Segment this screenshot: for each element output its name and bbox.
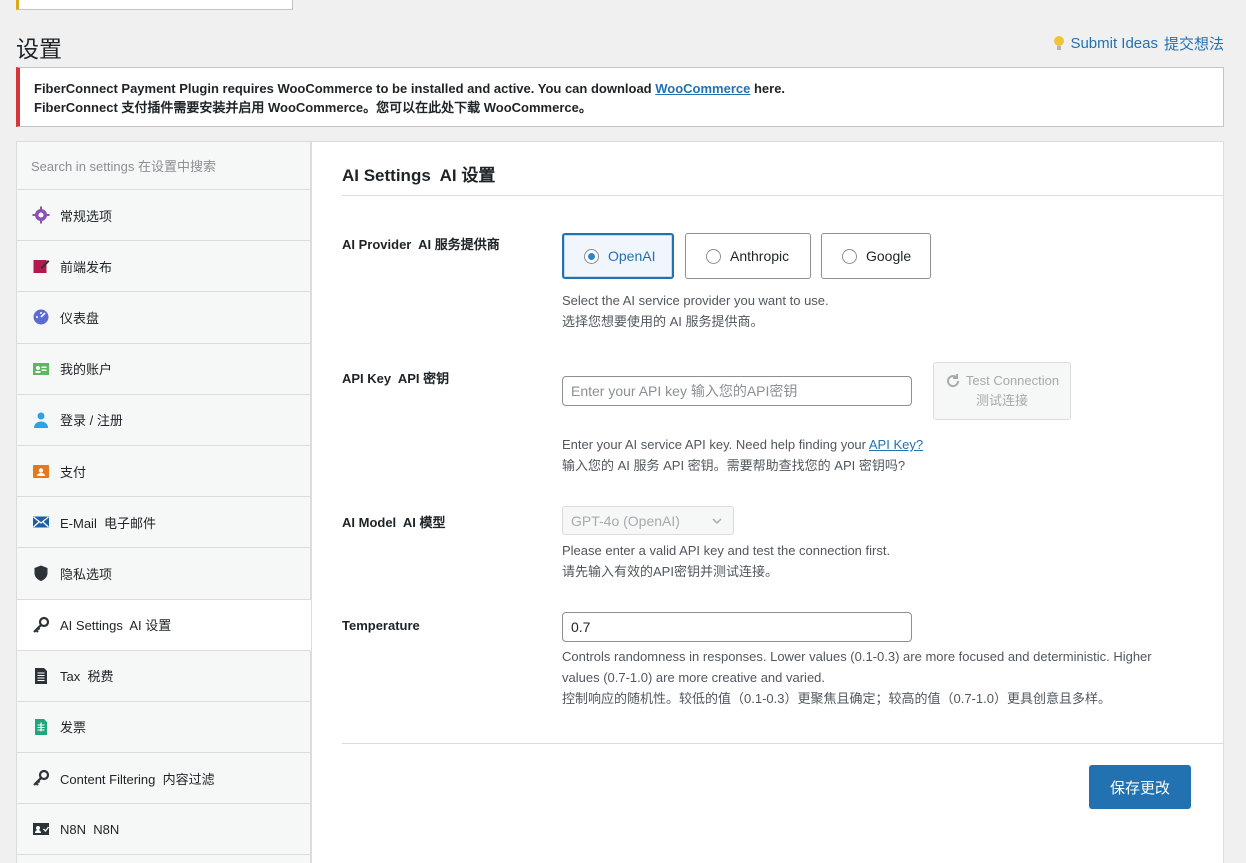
sidebar-item[interactable]: 常规选项 [17, 190, 310, 242]
divider [342, 195, 1223, 196]
submit-ideas-link[interactable]: Submit Ideas 提交想法 [1054, 33, 1224, 54]
sidebar-item[interactable]: Content Filtering 内容过滤 [17, 753, 310, 805]
lightbulb-icon [1054, 35, 1065, 52]
sidebar-item-label: 常规选项 [60, 208, 113, 224]
ai-model-description: Please enter a valid API key and test th… [562, 543, 891, 579]
temperature-label: Temperature [342, 618, 420, 633]
divider [342, 743, 1223, 744]
provider-option-anthropic[interactable]: Anthropic [685, 233, 811, 279]
sidebar-item-label: Tax 税费 [60, 669, 114, 685]
temperature-description: Controls randomness in responses. Lower … [562, 649, 1152, 706]
api-key-description: Enter your AI service API key. Need help… [562, 437, 924, 473]
test-connection-button[interactable]: Test Connection 测试连接 [933, 362, 1071, 420]
sidebar-item[interactable]: 仪表盘 [17, 292, 310, 344]
ai-provider-label: AI Provider AI 服务提供商 [342, 237, 500, 252]
key-icon [32, 769, 50, 787]
radio-checked-icon [584, 248, 599, 264]
sidebar-item[interactable]: 隐私选项 [17, 548, 310, 600]
radio-unchecked-icon [842, 248, 857, 264]
sidebar-item[interactable]: 发票 [17, 702, 310, 754]
ai-model-label: AI Model AI 模型 [342, 515, 446, 530]
temperature-input[interactable]: 0.7 [562, 612, 912, 642]
settings-nav: 常规选项前端发布仪表盘我的账户登录 / 注册 支付 E-Mail 电子邮件 隐私选项 A… [17, 190, 311, 856]
sidebar-item-label: 支付 [60, 464, 87, 480]
key-icon [32, 616, 50, 634]
sidebar-item-label: 登录 / 注册 [60, 413, 123, 429]
sidebar-item[interactable]: 支付 [17, 446, 310, 498]
email-icon [32, 513, 50, 531]
sidebar-item[interactable]: AI Settings AI 设置 [17, 599, 311, 651]
api-key-input[interactable]: Enter your API key 输入您的API密钥 [562, 376, 912, 406]
sidebar-item[interactable]: N8N N8N [17, 804, 310, 856]
section-title: AI Settings AI 设置 [342, 166, 496, 185]
sidebar-item-label: 前端发布 [60, 259, 113, 275]
document-icon [32, 667, 50, 685]
id-card-icon [32, 360, 50, 378]
gear-icon [32, 206, 50, 224]
n8n-icon [32, 820, 50, 838]
provider-option-google[interactable]: Google [821, 233, 931, 279]
sidebar-item-label: E-Mail 电子邮件 [60, 515, 157, 531]
save-changes-button[interactable]: 保存更改 [1089, 765, 1191, 809]
dashboard-icon [32, 308, 50, 326]
sidebar-item[interactable]: 前端发布 [17, 241, 310, 293]
sidebar-item[interactable]: Tax 税费 [17, 651, 310, 702]
api-key-placeholder: Enter your API key 输入您的API密钥 [571, 383, 798, 399]
api-key-help-link[interactable]: API Key? [869, 437, 923, 452]
ai-model-select[interactable]: GPT-4o (OpenAI) [562, 506, 734, 535]
sidebar-item-label: N8N N8N [60, 821, 120, 837]
refresh-icon [946, 374, 959, 388]
sidebar-item[interactable]: E-Mail 电子邮件 [17, 497, 310, 549]
main-panel: AI Settings AI 设置 AI Provider AI 服务提供商 O… [311, 141, 1224, 863]
chevron-down-icon [712, 518, 722, 525]
woocommerce-notice: FiberConnect Payment Plugin requires Woo… [16, 67, 1224, 127]
sidebar-item[interactable]: 我的账户 [17, 344, 310, 395]
notice-line-zh: FiberConnect 支付插件需要安装并启用 WooCommerce。您可以… [34, 100, 592, 115]
radio-unchecked-icon [706, 248, 721, 264]
sidebar-item-label: 我的账户 [60, 362, 113, 378]
notice-line-en: FiberConnect Payment Plugin requires Woo… [34, 81, 786, 96]
sidebar-item-label: Content Filtering 内容过滤 [60, 771, 215, 787]
submit-ideas-en: Submit Ideas [1070, 35, 1158, 52]
sidebar-item-label: 隐私选项 [60, 566, 113, 582]
settings-sidebar: Search in settings 在设置中搜索 常规选项前端发布仪表盘我的账… [16, 141, 311, 863]
edit-icon [32, 257, 50, 275]
woocommerce-link[interactable]: WooCommerce [655, 81, 750, 96]
ai-provider-description: Select the AI service provider you want … [562, 293, 829, 329]
sidebar-item-label: 发票 [60, 720, 87, 736]
invoice-icon [32, 718, 50, 736]
api-key-label: API Key API 密钥 [342, 371, 450, 386]
sidebar-item[interactable]: 登录 / 注册 [17, 395, 310, 446]
submit-ideas-zh: 提交想法 [1163, 36, 1224, 53]
shield-icon [32, 564, 50, 582]
page-title: 设置 [16, 36, 62, 62]
top-strip [16, 0, 293, 10]
sidebar-item-label: 仪表盘 [60, 310, 100, 326]
user-icon [32, 411, 50, 429]
provider-option-openai[interactable]: OpenAI [562, 233, 674, 279]
settings-search-input[interactable]: Search in settings 在设置中搜索 [17, 142, 310, 190]
sidebar-item-label: AI Settings AI 设置 [60, 618, 172, 634]
payment-icon [32, 462, 50, 480]
